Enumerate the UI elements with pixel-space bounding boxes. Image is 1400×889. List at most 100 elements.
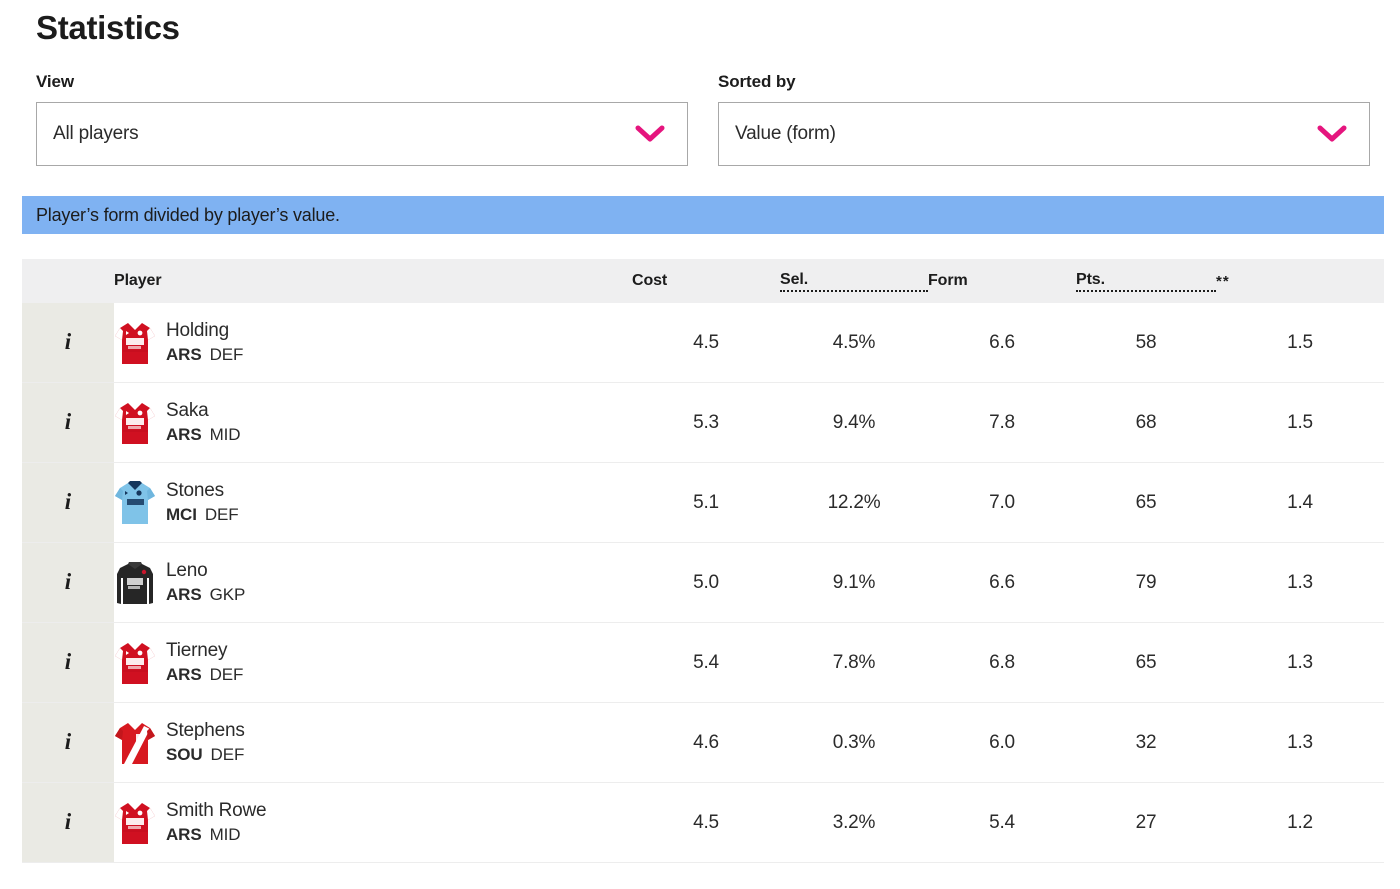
player-selected-by: 9.1% (780, 542, 928, 623)
player-value: 1.3 (1216, 542, 1384, 623)
info-icon: i (64, 729, 72, 754)
player-form: 6.0 (928, 702, 1076, 783)
player-meta: Smith Rowe ARS MID (166, 798, 267, 847)
table-row: i Stephens SOU DEF 4.6 0.3% 6.0 32 1.3 (22, 702, 1384, 783)
player-selected-by: 0.3% (780, 702, 928, 783)
player-name: Smith Rowe (166, 800, 267, 821)
page-title: Statistics (36, 9, 180, 46)
position-code: DEF (209, 345, 244, 364)
column-header-value-label: ** (1216, 272, 1230, 290)
player-info-button[interactable]: i (22, 782, 114, 863)
team-code: ARS (166, 425, 202, 444)
column-header-pts-label: Pts. (1076, 271, 1216, 292)
player-selected-by: 7.8% (780, 622, 928, 703)
column-header-cost-label: Cost (632, 272, 668, 289)
info-icon: i (64, 329, 72, 354)
player-points: 32 (1076, 702, 1216, 783)
column-header-form[interactable]: Form (928, 259, 1076, 303)
player-cell[interactable]: Smith Rowe ARS MID (114, 782, 632, 863)
info-icon: i (64, 569, 72, 594)
position-code: DEF (210, 745, 245, 764)
player-info-button[interactable]: i (22, 542, 114, 623)
player-cost: 5.1 (632, 462, 780, 543)
player-team-position: MCI DEF (166, 503, 239, 527)
player-team-position: ARS MID (166, 423, 241, 447)
player-form: 6.6 (928, 542, 1076, 623)
player-team-position: ARS DEF (166, 663, 243, 687)
player-selected-by: 9.4% (780, 382, 928, 463)
player-info-button[interactable]: i (22, 462, 114, 543)
team-code: ARS (166, 585, 202, 604)
team-shirt-icon (114, 800, 156, 846)
player-cost: 4.6 (632, 702, 780, 783)
player-info-button[interactable]: i (22, 303, 114, 383)
player-points: 27 (1076, 782, 1216, 863)
statistics-table-container: Player Cost Sel. Form Pts. ** i Holding AR… (22, 259, 1384, 863)
player-selected-by: 12.2% (780, 462, 928, 543)
column-header-value[interactable]: ** (1216, 259, 1384, 303)
player-cell[interactable]: Leno ARS GKP (114, 542, 632, 623)
player-form: 7.0 (928, 462, 1076, 543)
player-cell[interactable]: Stones MCI DEF (114, 462, 632, 543)
player-value: 1.5 (1216, 303, 1384, 383)
player-cell[interactable]: Holding ARS DEF (114, 303, 632, 383)
sorted-by-select[interactable]: Value (form) (718, 102, 1370, 166)
team-shirt-icon (114, 320, 156, 366)
view-select[interactable]: All players (36, 102, 688, 166)
player-meta: Stones MCI DEF (166, 478, 239, 527)
column-header-player-label: Player (114, 272, 162, 289)
team-shirt-icon (114, 560, 156, 606)
player-info-button[interactable]: i (22, 622, 114, 703)
player-identity: Holding ARS DEF (114, 318, 632, 367)
player-meta: Leno ARS GKP (166, 558, 245, 607)
player-team-position: ARS GKP (166, 583, 245, 607)
table-row: i Saka ARS MID 5.3 9.4% 7.8 68 1.5 (22, 382, 1384, 463)
player-cell[interactable]: Stephens SOU DEF (114, 702, 632, 783)
player-selected-by: 4.5% (780, 303, 928, 383)
statistics-page: Statistics View All players Sorted by Va… (0, 0, 1400, 889)
sorted-by-label: Sorted by (718, 72, 796, 91)
player-identity: Smith Rowe ARS MID (114, 798, 632, 847)
column-header-player: Player (114, 259, 632, 303)
player-info-button[interactable]: i (22, 702, 114, 783)
info-icon: i (64, 409, 72, 434)
player-team-position: SOU DEF (166, 743, 245, 767)
position-code: MID (209, 425, 241, 444)
team-code: SOU (166, 745, 203, 764)
player-form: 7.8 (928, 382, 1076, 463)
player-info-button[interactable]: i (22, 382, 114, 463)
player-name: Saka (166, 400, 209, 421)
info-icon: i (64, 649, 72, 674)
view-control: View All players (36, 72, 688, 166)
player-value: 1.3 (1216, 702, 1384, 783)
player-meta: Holding ARS DEF (166, 318, 243, 367)
sorted-by-control: Sorted by Value (form) (718, 72, 1370, 166)
player-cost: 4.5 (632, 303, 780, 383)
position-code: MID (209, 825, 241, 844)
table-body: i Holding ARS DEF 4.5 4.5% 6.6 58 1.5 i Saka ARS MID… (22, 303, 1384, 863)
team-shirt-icon (114, 480, 156, 526)
table-row: i Holding ARS DEF 4.5 4.5% 6.6 58 1.5 (22, 303, 1384, 383)
player-points: 68 (1076, 382, 1216, 463)
info-banner-text: Player’s form divided by player’s value. (36, 204, 340, 225)
table-row: i Leno ARS GKP 5.0 9.1% 6.6 79 1.3 (22, 542, 1384, 623)
column-header-pts[interactable]: Pts. (1076, 259, 1216, 303)
player-name: Stephens (166, 720, 245, 741)
player-cost: 5.4 (632, 622, 780, 703)
player-meta: Tierney ARS DEF (166, 638, 243, 687)
team-shirt-icon (114, 720, 156, 766)
chevron-down-icon (1317, 125, 1347, 143)
position-code: DEF (204, 505, 239, 524)
column-header-sel[interactable]: Sel. (780, 259, 928, 303)
player-cell[interactable]: Tierney ARS DEF (114, 622, 632, 703)
sorted-by-select-value: Value (form) (735, 123, 836, 144)
player-identity: Tierney ARS DEF (114, 638, 632, 687)
view-select-value: All players (53, 123, 139, 144)
player-form: 6.8 (928, 622, 1076, 703)
player-points: 79 (1076, 542, 1216, 623)
player-name: Holding (166, 320, 230, 341)
player-name: Tierney (166, 640, 228, 661)
player-cell[interactable]: Saka ARS MID (114, 382, 632, 463)
column-header-cost[interactable]: Cost (632, 259, 780, 303)
team-code: ARS (166, 345, 202, 364)
